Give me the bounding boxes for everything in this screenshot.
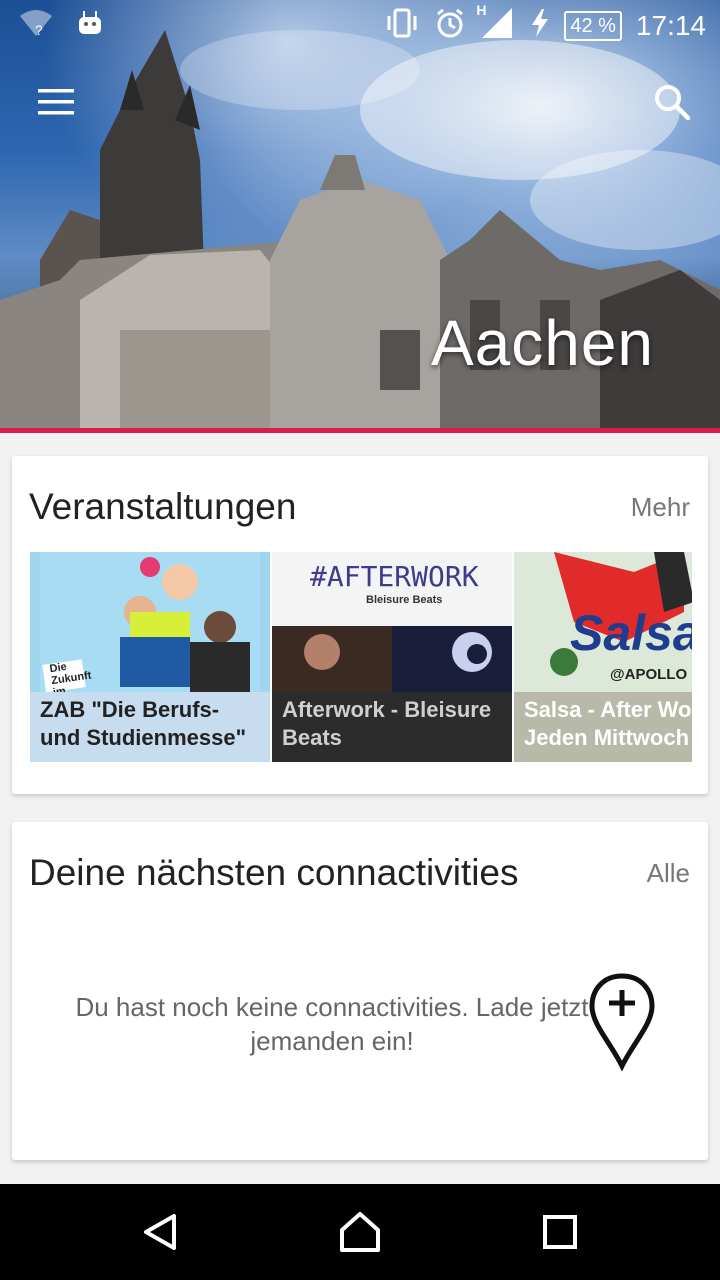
connactivities-title: Deine nächsten connactivities xyxy=(29,852,519,893)
event-poster-salsa: Salsa @APOLLO xyxy=(514,552,692,692)
empty-state-message: Du hast noch keine connactivities. Lade … xyxy=(75,992,589,1056)
status-bar: ? H 42 % 17:14 xyxy=(0,0,720,48)
event-tile-afterwork[interactable]: #AFTERWORK Bleisure Beats Afterwork - Bl… xyxy=(272,552,512,762)
events-carousel[interactable]: Die Zukunft im Visier! ZAB "Die Berufs- … xyxy=(30,552,692,762)
wifi-question-icon: ? xyxy=(18,8,54,43)
events-card: Veranstaltungen Mehr Die Zukunft im Visi… xyxy=(12,456,708,794)
event-poster-subtitle: Bleisure Beats xyxy=(366,594,443,606)
event-poster-title: Salsa xyxy=(570,605,692,661)
event-poster-afterwork: #AFTERWORK Bleisure Beats xyxy=(272,552,512,692)
event-tile-zab[interactable]: Die Zukunft im Visier! ZAB "Die Berufs- … xyxy=(30,552,270,762)
back-icon[interactable] xyxy=(136,1208,184,1256)
svg-text:?: ? xyxy=(35,22,43,38)
charging-icon xyxy=(530,7,550,44)
connactivities-card: Deine nächsten connactivities Alle Du ha… xyxy=(12,822,708,1160)
event-poster-zab: Die Zukunft im Visier! xyxy=(30,552,270,711)
signal-icon: H xyxy=(476,2,516,45)
event-poster-subtitle: @APOLLO xyxy=(610,666,688,683)
events-more-link[interactable]: Mehr xyxy=(631,492,690,523)
events-title: Veranstaltungen xyxy=(29,486,297,527)
city-title: Aachen xyxy=(430,307,654,379)
search-icon[interactable] xyxy=(644,74,700,130)
event-tile-salsa[interactable]: Salsa @APOLLO Salsa - After Work Jeden M… xyxy=(514,552,692,762)
event-poster-title: #AFTERWORK xyxy=(310,560,479,593)
alarm-icon xyxy=(434,7,466,44)
hamburger-menu-icon[interactable] xyxy=(28,74,84,130)
event-caption-text: Salsa - After Work Jeden Mittwoch xyxy=(524,697,692,750)
header-accent-bar xyxy=(0,428,720,433)
event-caption: Salsa - After Work Jeden Mittwoch xyxy=(514,692,692,762)
android-icon xyxy=(76,9,104,42)
navigation-bar xyxy=(0,1184,720,1280)
home-icon[interactable] xyxy=(336,1208,384,1256)
city-header-image: Aachen xyxy=(0,0,720,428)
connactivities-all-link[interactable]: Alle xyxy=(647,858,690,889)
event-caption: ZAB "Die Berufs- und Studienmesse" xyxy=(30,692,270,762)
status-time: 17:14 xyxy=(635,9,706,41)
battery-icon: 42 % xyxy=(564,10,622,41)
add-location-pin-icon[interactable] xyxy=(586,972,658,1072)
event-caption: Afterwork - Bleisure Beats xyxy=(272,692,512,762)
vibrate-icon xyxy=(384,7,420,44)
battery-level: 42 % xyxy=(564,10,622,41)
network-type-label: H xyxy=(476,2,487,18)
recents-icon[interactable] xyxy=(536,1208,584,1256)
